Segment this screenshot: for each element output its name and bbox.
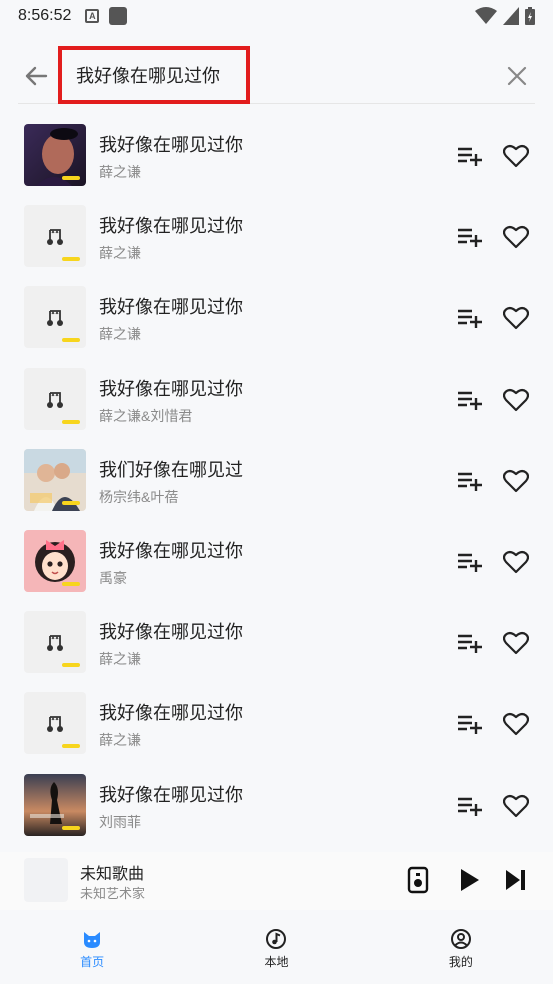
cover-badge	[62, 419, 80, 424]
music-note-placeholder-icon	[47, 716, 63, 733]
search-header: 我好像在哪见过你	[18, 46, 535, 104]
tab-mine-label: 我的	[448, 955, 473, 969]
song-artist: 刘雨菲	[99, 813, 141, 830]
heart-icon[interactable]	[503, 144, 529, 168]
play-icon[interactable]	[455, 866, 483, 894]
song-cover	[24, 692, 86, 755]
heart-icon[interactable]	[503, 306, 529, 330]
heart-icon[interactable]	[503, 550, 529, 574]
user-circle-icon	[450, 929, 471, 949]
heart-icon[interactable]	[503, 631, 529, 655]
mini-player-cover	[24, 858, 68, 902]
status-time: 8:56:52	[18, 7, 72, 24]
song-title: 我好像在哪见过你	[99, 784, 243, 805]
mini-player[interactable]: 未知歌曲 未知艺术家	[0, 852, 553, 910]
mini-player-artist: 未知艺术家	[80, 886, 146, 901]
song-title: 我好像在哪见过你	[99, 297, 243, 318]
tab-home[interactable]: 首页	[0, 918, 184, 978]
song-title: 我好像在哪见过你	[99, 135, 243, 155]
song-artist: 薛之谦&刘惜君	[99, 407, 193, 424]
next-track-icon[interactable]	[502, 866, 530, 894]
song-cover	[24, 367, 86, 430]
playlist-queue-icon[interactable]	[404, 866, 432, 894]
music-note-placeholder-icon	[47, 391, 63, 408]
add-to-playlist-icon[interactable]	[457, 795, 483, 817]
song-artist: 薛之谦	[99, 245, 141, 262]
song-cover	[24, 286, 86, 349]
song-row[interactable]: 我好像在哪见过你薛之谦	[0, 114, 553, 195]
heart-icon[interactable]	[503, 469, 529, 493]
song-cover	[24, 529, 86, 592]
song-artist: 薛之谦	[99, 651, 141, 668]
heart-icon[interactable]	[503, 712, 529, 736]
add-to-playlist-icon[interactable]	[457, 307, 483, 329]
heart-icon[interactable]	[503, 388, 529, 412]
add-to-playlist-icon[interactable]	[457, 389, 483, 411]
music-note-placeholder-icon	[47, 635, 63, 652]
cover-badge	[62, 825, 80, 830]
song-row[interactable]: 我们好像在哪见过杨宗纬&叶蓓	[0, 439, 553, 520]
heart-icon[interactable]	[503, 794, 529, 818]
search-input[interactable]: 我好像在哪见过你	[58, 46, 250, 104]
song-row[interactable]: 我好像在哪见过你薛之谦	[0, 195, 553, 276]
song-artist: 薛之谦	[99, 732, 141, 749]
song-artist: 禹豪	[99, 569, 127, 586]
song-title: 我好像在哪见过你	[99, 540, 243, 561]
status-bar: 8:56:52 A	[0, 0, 553, 32]
wifi-icon	[475, 7, 497, 24]
cover-badge	[62, 176, 80, 180]
cover-badge	[62, 500, 80, 505]
cover-badge	[62, 744, 80, 749]
song-title: 我好像在哪见过你	[99, 703, 243, 724]
signal-icon	[503, 7, 519, 25]
song-title: 我好像在哪见过你	[99, 378, 243, 399]
clear-icon[interactable]	[505, 64, 529, 88]
bottom-tab-bar: 首页 本地 我的	[0, 918, 553, 978]
battery-icon	[525, 7, 535, 25]
search-results-list: 我好像在哪见过你 薛之谦 我好像在哪见过你 薛之谦 我好像在哪见过你 薛之谦 我好像在哪见过…	[0, 114, 553, 845]
add-to-playlist-icon[interactable]	[457, 470, 483, 492]
music-note-circle-icon	[266, 929, 287, 949]
tab-local-label: 本地	[264, 955, 289, 969]
notification-a-icon: A	[85, 9, 100, 23]
tab-mine[interactable]: 我的	[369, 918, 553, 978]
cover-badge	[62, 338, 80, 343]
music-note-placeholder-icon	[47, 229, 63, 246]
add-to-playlist-icon[interactable]	[457, 145, 483, 167]
back-arrow-icon[interactable]	[22, 62, 50, 90]
song-row[interactable]: 我好像在哪见过你禹豪	[0, 520, 553, 601]
song-row[interactable]: 我好像在哪见过你薛之谦	[0, 601, 553, 682]
add-to-playlist-icon[interactable]	[457, 226, 483, 248]
song-cover	[24, 611, 86, 674]
song-artist: 薛之谦	[99, 164, 141, 180]
notification-square-icon	[109, 7, 128, 25]
song-cover	[24, 773, 86, 836]
song-row[interactable]: 我好像在哪见过你薛之谦	[0, 682, 553, 763]
song-title: 我好像在哪见过你	[99, 622, 243, 643]
cover-badge	[62, 581, 80, 586]
song-title: 我们好像在哪见过	[99, 459, 243, 480]
tab-home-label: 首页	[80, 955, 105, 969]
song-cover	[24, 205, 86, 268]
add-to-playlist-icon[interactable]	[457, 551, 483, 573]
cat-home-icon	[84, 932, 101, 948]
song-row[interactable]: 我好像在哪见过你薛之谦&刘惜君	[0, 358, 553, 439]
cover-badge	[62, 257, 80, 262]
song-artist: 薛之谦	[99, 326, 141, 343]
add-to-playlist-icon[interactable]	[457, 713, 483, 735]
tab-local[interactable]: 本地	[184, 918, 368, 978]
add-to-playlist-icon[interactable]	[457, 632, 483, 654]
song-cover	[24, 124, 86, 186]
music-note-placeholder-icon	[47, 310, 63, 327]
song-cover	[24, 448, 86, 511]
search-query-text: 我好像在哪见过你	[76, 66, 220, 86]
song-row[interactable]: 我好像在哪见过你薛之谦	[0, 276, 553, 357]
mini-player-title: 未知歌曲	[80, 866, 145, 883]
song-title: 我好像在哪见过你	[99, 216, 243, 237]
song-row[interactable]: 我好像在哪见过你刘雨菲	[0, 764, 553, 845]
heart-icon[interactable]	[503, 225, 529, 249]
song-artist: 杨宗纬&叶蓓	[99, 488, 179, 505]
cover-badge	[62, 663, 80, 668]
